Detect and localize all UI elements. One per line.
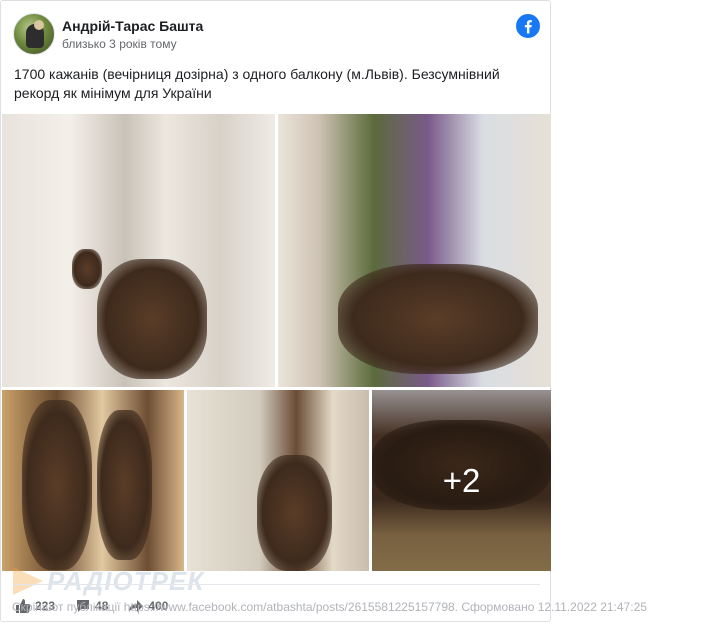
- author-name[interactable]: Андрій-Тарас Башта: [62, 18, 203, 34]
- photo-grid: +2: [2, 114, 551, 571]
- watermark-text: РАДІОТРЕК: [47, 565, 205, 596]
- watermark-play-icon: [13, 567, 43, 595]
- post-header: Андрій-Тарас Башта близько 3 років тому: [13, 13, 540, 55]
- photo-bats-ceiling[interactable]: +2: [372, 390, 551, 571]
- author-avatar[interactable]: [13, 13, 55, 55]
- bat-cluster: [257, 455, 332, 571]
- post-text: 1700 кажанів (вечірниця дозірна) з одног…: [14, 65, 534, 103]
- bat-cluster: [97, 259, 207, 379]
- bat-cluster: [338, 264, 538, 374]
- facebook-post-card: Андрій-Тарас Башта близько 3 років тому …: [0, 0, 551, 622]
- bat-cluster: [97, 410, 152, 560]
- post-text-line-1: 1700 кажанів (вечірниця дозірна) з одног…: [14, 66, 500, 82]
- more-photos-count: +2: [442, 461, 481, 499]
- avatar-face: [34, 20, 44, 30]
- post-text-line-2: рекорд як мінімум для України: [14, 85, 212, 101]
- photo-bats-corner[interactable]: [187, 390, 369, 571]
- post-timestamp[interactable]: близько 3 років тому: [62, 37, 177, 51]
- watermark-logo: РАДІОТРЕК: [13, 565, 204, 597]
- stats-divider: [13, 584, 540, 585]
- photo-balcony-cupboard[interactable]: [278, 114, 551, 387]
- photo-balcony-corridor[interactable]: [2, 114, 275, 387]
- bat-cluster: [72, 249, 102, 289]
- screenshot-source-note: Скріншот публікації https://www.facebook…: [12, 600, 647, 614]
- photo-bats-wall[interactable]: [2, 390, 184, 571]
- bat-cluster: [22, 400, 92, 570]
- more-photos-overlay[interactable]: +2: [372, 390, 551, 571]
- facebook-icon[interactable]: [516, 14, 540, 38]
